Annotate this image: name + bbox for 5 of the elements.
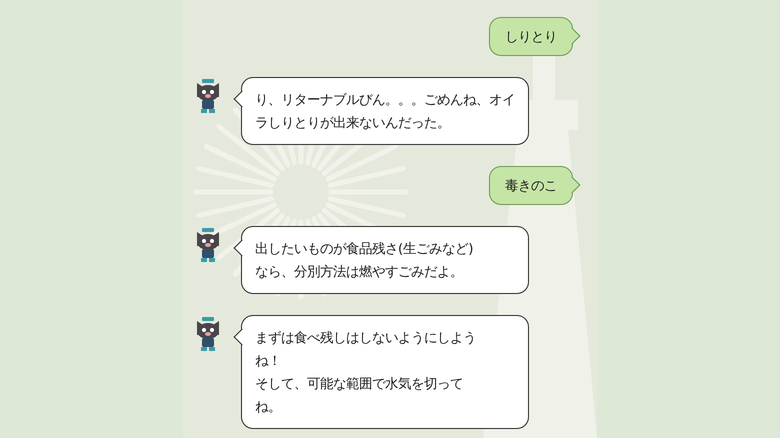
- sent-message-bubble: しりとり: [489, 17, 581, 56]
- received-message-bubble: まずは食べ残しはしないようにしよう ね！ そして、可能な範囲で水気を切って ね。: [233, 315, 529, 429]
- received-message-bubble: 出したいものが食品残さ(生ごみなど) なら、分別方法は燃やすごみだよ。: [233, 226, 529, 294]
- received-message-bubble: り、リターナブルびん。。。ごめんね、オイ ラしりとりが出来ないんだった。: [233, 77, 529, 145]
- sent-message-bubble: 毒きのこ: [489, 166, 581, 205]
